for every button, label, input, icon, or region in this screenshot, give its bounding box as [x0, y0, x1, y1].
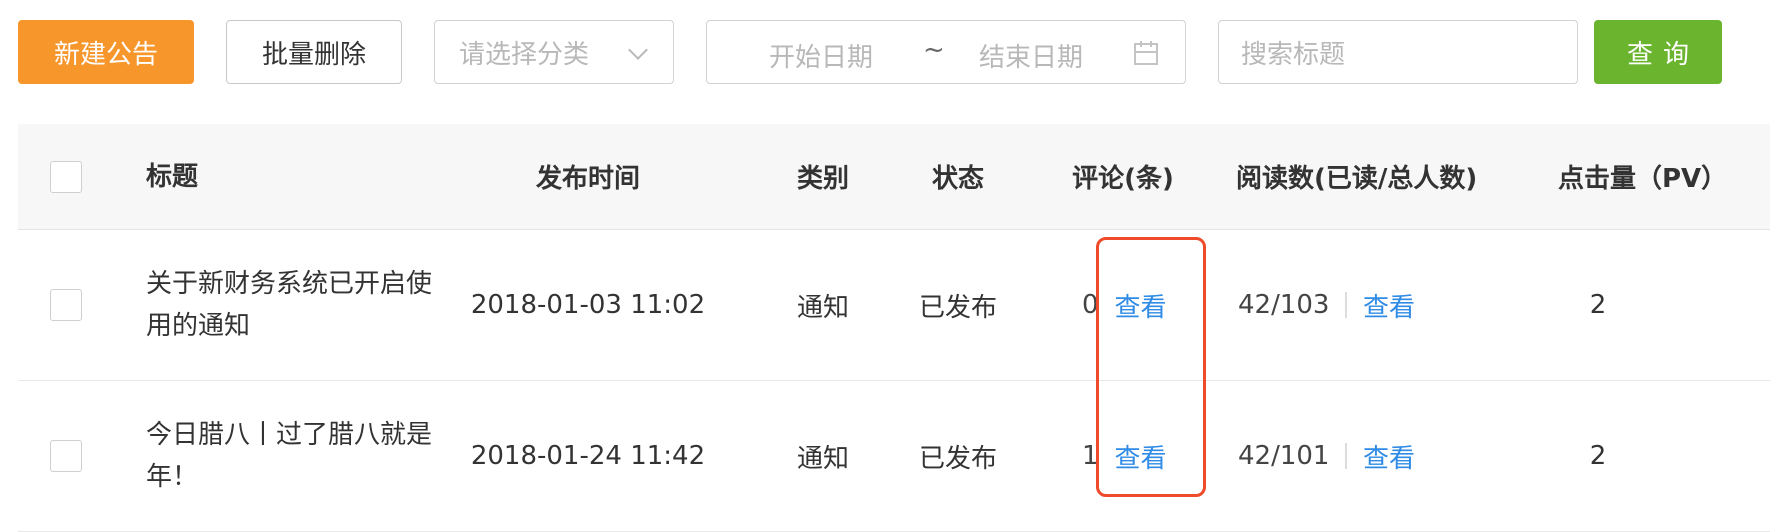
- row-reads: 42/103 查看: [1233, 230, 1493, 380]
- row-status: 已发布: [918, 292, 997, 323]
- read-count: 42/101: [1238, 441, 1330, 471]
- row-reads: 42/101 查看: [1233, 381, 1493, 531]
- row-publish-time: 2018-01-03 11:02: [470, 290, 706, 320]
- calendar-icon: [1134, 41, 1158, 65]
- new-announcement-button[interactable]: 新建公告: [18, 20, 194, 84]
- category-select[interactable]: 请选择分类: [434, 20, 674, 84]
- row-category: 通知: [796, 292, 849, 323]
- row-checkbox[interactable]: [50, 289, 82, 321]
- row-title[interactable]: 关于新财务系统已开启使用的通知: [146, 230, 436, 380]
- header-pv: 点击量（PV）: [1558, 164, 1728, 194]
- date-range-picker[interactable]: 开始日期 ~ 结束日期: [706, 20, 1186, 84]
- toolbar: 新建公告 批量删除 请选择分类 开始日期 ~ 结束日期 搜索标题 查询: [0, 0, 1770, 100]
- header-title: 标题: [146, 161, 199, 192]
- end-date-input[interactable]: 结束日期: [979, 37, 1083, 74]
- row-checkbox[interactable]: [50, 440, 82, 472]
- header-reads: 阅读数(已读/总人数): [1236, 164, 1478, 194]
- row-pv: 2: [1589, 290, 1607, 320]
- query-button[interactable]: 查询: [1594, 20, 1722, 84]
- select-all-checkbox[interactable]: [50, 160, 82, 193]
- header-comments: 评论(条): [1072, 164, 1174, 194]
- highlight-box: [1096, 237, 1206, 497]
- row-title[interactable]: 今日腊八丨过了腊八就是年！: [146, 381, 436, 531]
- divider: [1345, 443, 1347, 469]
- header-publish-time: 发布时间: [535, 164, 640, 194]
- row-pv: 2: [1589, 441, 1607, 471]
- search-placeholder: 搜索标题: [1241, 39, 1346, 70]
- row-category: 通知: [796, 443, 849, 474]
- view-reads-link[interactable]: 查看: [1363, 438, 1415, 475]
- search-input[interactable]: 搜索标题: [1218, 20, 1578, 84]
- table-row: 关于新财务系统已开启使用的通知 2018-01-03 11:02 通知 已发布 …: [18, 230, 1770, 381]
- header-category: 类别: [796, 164, 849, 194]
- batch-delete-button[interactable]: 批量删除: [226, 20, 402, 84]
- announcement-table: 标题 发布时间 类别 状态 评论(条) 阅读数(已读/总人数) 点击量（PV） …: [18, 124, 1770, 532]
- start-date-input[interactable]: 开始日期: [769, 37, 873, 74]
- category-placeholder: 请选择分类: [459, 39, 590, 70]
- read-count: 42/103: [1238, 290, 1330, 320]
- header-status: 状态: [931, 164, 984, 194]
- table-header: 标题 发布时间 类别 状态 评论(条) 阅读数(已读/总人数) 点击量（PV）: [18, 124, 1770, 230]
- row-publish-time: 2018-01-24 11:42: [470, 441, 706, 471]
- chevron-down-icon: [628, 40, 648, 60]
- divider: [1345, 292, 1347, 318]
- table-row: 今日腊八丨过了腊八就是年！ 2018-01-24 11:42 通知 已发布 1 …: [18, 381, 1770, 532]
- view-reads-link[interactable]: 查看: [1363, 287, 1415, 324]
- date-separator: ~: [923, 35, 945, 65]
- row-status: 已发布: [918, 443, 997, 474]
